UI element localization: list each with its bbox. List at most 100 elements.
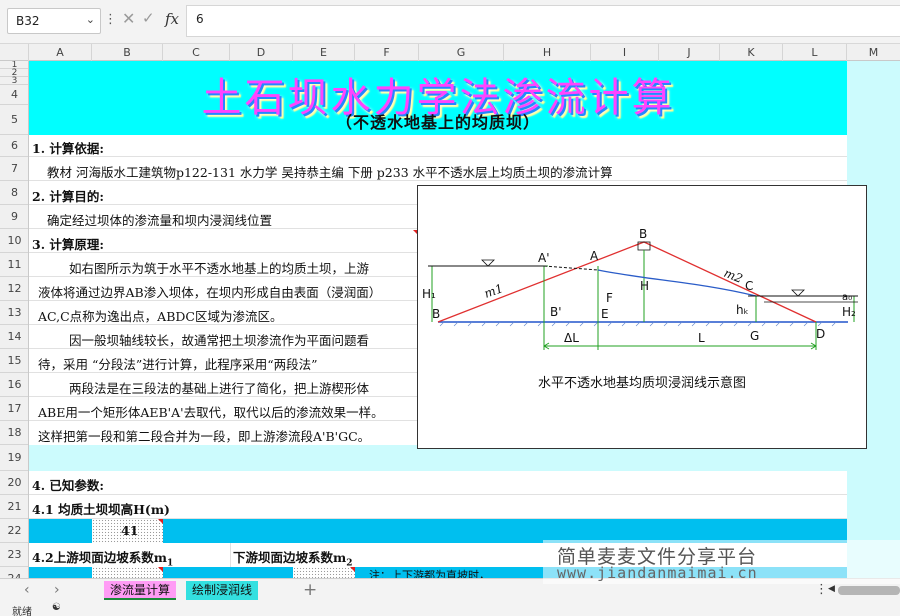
watermark: 简单麦麦文件分享平台 www.jiandanmaimai.cn bbox=[543, 540, 900, 584]
plus-icon[interactable]: + bbox=[303, 580, 317, 600]
column-headers: A B C D E F G H I J K L M bbox=[0, 44, 900, 61]
row-header[interactable]: 9 bbox=[0, 205, 28, 229]
row-header[interactable]: 24 bbox=[0, 567, 28, 578]
check-icon[interactable]: ✓ bbox=[142, 9, 155, 27]
status-text: 就绪 bbox=[12, 607, 32, 616]
principle-line: 液体将通过边界AB渗入坝体，在坝内形成自由表面（浸润面） bbox=[38, 285, 382, 300]
name-box-value: B32 bbox=[16, 14, 40, 28]
label-a-prime: A' bbox=[538, 251, 550, 265]
name-box[interactable]: B32 ⌄ bbox=[7, 8, 101, 34]
column-header-d[interactable]: D bbox=[230, 44, 293, 61]
row-header[interactable]: 5 bbox=[0, 105, 28, 135]
formula-input[interactable]: 6 bbox=[186, 5, 900, 37]
principle-line: 如右图所示为筑于水平不透水地基上的均质土坝，上游 bbox=[69, 261, 370, 276]
downstream-water-marker bbox=[791, 289, 805, 297]
label-l: L bbox=[698, 331, 705, 345]
column-header-m[interactable]: M bbox=[847, 44, 900, 61]
scroll-left-icon[interactable]: ◀ bbox=[828, 584, 835, 594]
row-header[interactable]: 6 bbox=[0, 135, 28, 157]
label-f: F bbox=[606, 291, 613, 305]
section43-heading-text: 下游坝面边坡系数m bbox=[233, 550, 347, 565]
vertical-dots-icon[interactable]: ⋮ bbox=[815, 582, 828, 597]
label-b-top: B bbox=[639, 227, 647, 241]
row-header[interactable]: 10 bbox=[0, 229, 28, 253]
row-header[interactable]: 23 bbox=[0, 543, 28, 567]
row-header[interactable]: 15 bbox=[0, 349, 28, 373]
slope-m1-cell[interactable] bbox=[92, 567, 163, 578]
row-header[interactable]: 11 bbox=[0, 253, 28, 277]
column-header-h[interactable]: H bbox=[504, 44, 591, 61]
section43-heading: 下游坝面边坡系数m2 bbox=[233, 547, 353, 569]
row-header[interactable]: 14 bbox=[0, 325, 28, 349]
row-header[interactable]: 12 bbox=[0, 277, 28, 301]
formula-bar: B32 ⌄ ⋮ ✕ ✓ fx 6 bbox=[0, 0, 900, 44]
sheet-grid[interactable]: 土石坝水力学法渗流计算 （不透水地基上的均质坝） 1. 计算依据: 教材 河海版… bbox=[29, 61, 900, 578]
column-header-i[interactable]: I bbox=[591, 44, 659, 61]
label-c: C bbox=[745, 279, 753, 293]
label-h2: H₂ bbox=[842, 305, 856, 319]
column-header-c[interactable]: C bbox=[163, 44, 230, 61]
diagram-caption: 水平不透水地基均质坝浸润线示意图 bbox=[537, 376, 746, 391]
dam-height-value: 41 bbox=[121, 523, 139, 538]
section41-heading: 4.1 均质土坝坝高H(m) bbox=[32, 502, 170, 517]
label-d: D bbox=[816, 327, 825, 341]
status-bar: 就绪 ☯ bbox=[0, 602, 900, 616]
column-header-f[interactable]: F bbox=[355, 44, 419, 61]
row-header[interactable]: 19 bbox=[0, 445, 28, 471]
column-header-a[interactable]: A bbox=[29, 44, 92, 61]
section1-heading: 1. 计算依据: bbox=[32, 141, 105, 156]
label-a0: a₀ bbox=[842, 292, 852, 303]
label-g: G bbox=[750, 329, 759, 343]
principle-line: 待，采用 “分段法”进行计算，此程序采用“两段法” bbox=[38, 357, 318, 372]
dam-outline bbox=[437, 241, 817, 323]
slope-m2-cell[interactable] bbox=[293, 567, 355, 578]
label-delta-l: ΔL bbox=[564, 331, 579, 345]
section42-heading-text: 4.2上游坝面边坡系数m bbox=[32, 550, 167, 565]
tab-seepage-calc[interactable]: 渗流量计算 bbox=[104, 581, 177, 600]
row-header[interactable]: 18 bbox=[0, 421, 28, 445]
comment-marker bbox=[158, 567, 163, 572]
column-header-e[interactable]: E bbox=[293, 44, 355, 61]
principle-line: 因一般坝轴线较长，故通常把土坝渗流作为平面问题看 bbox=[69, 333, 370, 348]
row-header[interactable]: 8 bbox=[0, 181, 28, 205]
row-header[interactable]: 21 bbox=[0, 495, 28, 519]
column-header-j[interactable]: J bbox=[659, 44, 720, 61]
vertical-dots-icon[interactable]: ⋮ bbox=[104, 12, 117, 27]
section3-heading: 3. 计算原理: bbox=[32, 237, 105, 252]
label-m2: m2 bbox=[722, 266, 745, 286]
column-header-g[interactable]: G bbox=[419, 44, 504, 61]
a-prime-dashed bbox=[543, 265, 599, 271]
row-header[interactable]: 7 bbox=[0, 157, 28, 181]
row-header[interactable]: 20 bbox=[0, 471, 28, 495]
chevron-left-icon[interactable]: ‹ bbox=[24, 582, 30, 598]
corner-select-all[interactable] bbox=[0, 44, 29, 61]
tab-phreatic-plot[interactable]: 绘制浸润线 bbox=[186, 581, 259, 600]
fx-button[interactable]: fx bbox=[165, 10, 179, 28]
section4-heading: 4. 已知参数: bbox=[32, 478, 105, 493]
x-icon[interactable]: ✕ bbox=[122, 9, 135, 28]
principle-line: 这样把第一段和第二段合并为一段，即上游渗流段A'B'GC。 bbox=[38, 429, 371, 444]
label-a: A bbox=[590, 249, 599, 263]
accessibility-icon[interactable]: ☯ bbox=[52, 602, 61, 613]
section42-heading: 4.2上游坝面边坡系数m1 bbox=[32, 547, 173, 569]
label-h1: H₁ bbox=[422, 287, 436, 301]
horizontal-scrollbar[interactable] bbox=[838, 586, 900, 595]
seepage-diagram[interactable]: A' A B C D B B' E F G H H₁ H₂ hₖ a₀ ΔL L… bbox=[417, 185, 867, 449]
principle-line: AC,C点称为逸出点，ABDC区域为渗流区。 bbox=[38, 309, 283, 324]
row-header[interactable]: 4 bbox=[0, 85, 28, 105]
comment-marker bbox=[158, 519, 163, 524]
column-header-l[interactable]: L bbox=[783, 44, 847, 61]
row-header[interactable]: 3 bbox=[0, 76, 28, 86]
row-header[interactable]: 16 bbox=[0, 373, 28, 397]
column-header-k[interactable]: K bbox=[720, 44, 783, 61]
chevron-down-icon[interactable]: ⌄ bbox=[86, 13, 95, 26]
section2-heading: 2. 计算目的: bbox=[32, 189, 105, 204]
row-header[interactable]: 22 bbox=[0, 519, 28, 543]
column-header-b[interactable]: B bbox=[92, 44, 163, 61]
watermark-url: www.jiandanmaimai.cn bbox=[557, 564, 758, 582]
upstream-water-marker bbox=[481, 259, 495, 267]
chevron-right-icon[interactable]: › bbox=[54, 582, 60, 598]
label-e: E bbox=[601, 307, 609, 321]
row-header[interactable]: 17 bbox=[0, 397, 28, 421]
row-header[interactable]: 13 bbox=[0, 301, 28, 325]
